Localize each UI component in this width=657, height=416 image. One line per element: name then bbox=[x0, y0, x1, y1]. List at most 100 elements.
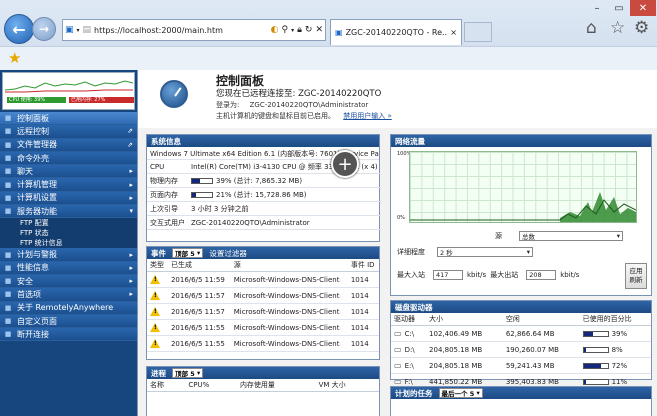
disk-drive: F:\ bbox=[404, 378, 413, 386]
disk-row[interactable]: ▭ E:\ 204,805.18 MB 59,241.43 MB 72% bbox=[391, 357, 651, 374]
back-button[interactable]: ← bbox=[4, 14, 34, 44]
lock-icon[interactable]: 🔒︎ bbox=[297, 23, 302, 37]
event-source: Microsoft-Windows-DNS-Client bbox=[230, 303, 348, 320]
disk-header-row: 驱动器 大小 空闲 已使用的百分比 bbox=[391, 313, 651, 326]
sidebar-item-performance[interactable]: ■ 性能信息 ▸ bbox=[0, 261, 137, 275]
sidebar-item-label: 控制面板 bbox=[17, 113, 49, 123]
favorites-star-icon[interactable]: ☆ bbox=[610, 18, 625, 38]
warning-icon bbox=[150, 275, 160, 284]
disk-column-header[interactable]: 空闲 bbox=[502, 313, 580, 326]
home-icon[interactable]: ⌂ bbox=[586, 18, 597, 38]
tasks-select[interactable]: 最后一个 5 ▾ bbox=[438, 388, 483, 398]
sidebar-item-terminal[interactable]: ■ 命令外壳 bbox=[0, 151, 137, 166]
sidebar-item-preferences[interactable]: ■ 首选项 ▸ bbox=[0, 288, 137, 302]
stop-icon[interactable]: ✕ bbox=[315, 23, 323, 37]
max-out-input[interactable]: 208 bbox=[526, 270, 557, 280]
net-source-row: 源 总数 ▾ bbox=[495, 231, 623, 241]
security-icon: ■ bbox=[4, 277, 12, 286]
add-favorite-icon[interactable]: ★ bbox=[8, 49, 21, 67]
forward-button[interactable]: → bbox=[32, 17, 56, 41]
disk-drive-cell: ▭ C:\ bbox=[391, 325, 427, 342]
sidebar-arrow-icon: ▸ bbox=[129, 263, 133, 272]
sidebar-arrow-icon: ⇗ bbox=[127, 127, 133, 136]
processes-column-header[interactable]: CPU% bbox=[185, 379, 237, 392]
sidebar-item-dashboard[interactable]: ■ 控制面板 bbox=[0, 112, 137, 126]
tab-close-icon[interactable]: × bbox=[450, 28, 457, 37]
events-column-header[interactable]: 已生成 bbox=[167, 259, 231, 272]
sidebar-item-server[interactable]: ■ 服务器功能 ▾ bbox=[0, 205, 137, 219]
dropdown-icon[interactable]: ▾ bbox=[77, 23, 80, 37]
event-row[interactable]: 2016/6/5 11:57Microsoft-Windows-DNS-Clie… bbox=[147, 287, 379, 304]
sidebar-item-label: 命令外壳 bbox=[17, 153, 49, 163]
refresh-icon[interactable]: ↻ bbox=[305, 23, 313, 37]
sidebar-subitem[interactable]: FTP 状态 bbox=[0, 228, 137, 239]
network-traffic-plot bbox=[410, 192, 636, 222]
maximize-icon[interactable]: ▭ bbox=[608, 0, 630, 16]
processes-top-select-value: 顶部 5 bbox=[175, 370, 195, 378]
processes-top-select[interactable]: 顶部 5 ▾ bbox=[172, 368, 204, 378]
sidebar-item-about[interactable]: ■ 关于 RemotelyAnywhere bbox=[0, 301, 137, 315]
sidebar-item-computer[interactable]: ■ 计算机管理 ▸ bbox=[0, 178, 137, 192]
close-window-icon[interactable]: ✕ bbox=[630, 0, 656, 16]
event-row[interactable]: 2016/6/5 11:55Microsoft-Windows-DNS-Clie… bbox=[147, 335, 379, 352]
event-date: 2016/6/5 11:57 bbox=[167, 287, 231, 304]
sidebar-arrow-icon: ⇗ bbox=[127, 140, 133, 149]
events-column-header[interactable]: 事件 ID bbox=[347, 259, 379, 272]
system-info-value-text: ZGC-20140220QTO\Administrator bbox=[191, 218, 310, 227]
events-column-header[interactable]: 类型 bbox=[147, 259, 168, 272]
net-source-select[interactable]: 总数 ▾ bbox=[519, 231, 623, 241]
sidebar-arrow-icon: ▸ bbox=[129, 193, 133, 202]
sidebar-item-remote[interactable]: ■ 远程控制 ⇗ bbox=[0, 125, 137, 139]
disk-column-header[interactable]: 大小 bbox=[426, 313, 503, 326]
event-row[interactable]: 2016/6/5 11:55Microsoft-Windows-DNS-Clie… bbox=[147, 319, 379, 336]
processes-column-header[interactable]: 内存使用量 bbox=[236, 379, 316, 392]
sidebar-item-alarm[interactable]: ■ 计划与警报 ▸ bbox=[0, 248, 137, 262]
minimize-icon[interactable]: – bbox=[586, 0, 608, 16]
disk-column-header[interactable]: 驱动器 bbox=[391, 313, 427, 326]
processes-column-header[interactable]: VM 大小 bbox=[315, 379, 379, 392]
drive-icon: ▭ bbox=[394, 329, 402, 338]
browser-tab[interactable]: ▣ ZGC-20140220QTO - Re... × bbox=[330, 19, 462, 45]
event-source: Microsoft-Windows-DNS-Client bbox=[230, 319, 348, 336]
sidebar-arrow-icon: ▸ bbox=[129, 250, 133, 259]
usage-mini-bar bbox=[191, 177, 213, 184]
disk-usage-bar bbox=[582, 362, 609, 369]
sidebar-subitem[interactable]: FTP 统计信息 bbox=[0, 238, 137, 249]
set-filter-link[interactable]: 设置过滤器 bbox=[209, 248, 247, 259]
sidebar-item-settings[interactable]: ■ 计算机设置 ▸ bbox=[0, 191, 137, 206]
new-tab-button[interactable] bbox=[464, 22, 492, 42]
event-row[interactable]: 2016/6/5 11:57Microsoft-Windows-DNS-Clie… bbox=[147, 303, 379, 320]
event-row[interactable]: 2016/6/5 11:59Microsoft-Windows-DNS-Clie… bbox=[147, 271, 379, 288]
sidebar-item-folder[interactable]: ■ 文件管理器 ⇗ bbox=[0, 138, 137, 152]
dropdown-icon[interactable]: ▾ bbox=[291, 23, 294, 37]
search-icon[interactable]: ⚲ bbox=[282, 23, 289, 37]
address-bar[interactable]: ▣ ▾ ▤ https://localhost:2000/main.htm ◐ … bbox=[62, 19, 326, 41]
disk-column-header[interactable]: 已使用的百分比 bbox=[579, 313, 651, 326]
events-top-select[interactable]: 顶部 5 ▾ bbox=[172, 248, 204, 258]
sidebar-item-chat[interactable]: ■ 聊天 ▸ bbox=[0, 165, 137, 179]
disk-used-pct: 72% bbox=[611, 361, 628, 370]
apply-refresh-button[interactable]: 应用 刷新 bbox=[625, 263, 647, 289]
processes-table: 名称 CPU% 内存使用量 VM 大小 bbox=[147, 379, 379, 392]
sidebar-item-page[interactable]: ■ 自定义页面 bbox=[0, 314, 137, 329]
disk-row[interactable]: ▭ C:\ 102,406.49 MB 62,866.64 MB 39% bbox=[391, 325, 651, 342]
disable-input-link[interactable]: 禁用用户输入 » bbox=[343, 112, 392, 120]
play-overlay-icon[interactable]: + bbox=[331, 150, 359, 178]
max-in-input[interactable]: 417 bbox=[433, 270, 463, 280]
compat-icon[interactable]: ◐ bbox=[271, 23, 279, 37]
processes-column-header[interactable]: 名称 bbox=[147, 379, 186, 392]
favorites-bar: ★ bbox=[0, 46, 657, 70]
disk-row[interactable]: ▭ D:\ 204,805.18 MB 190,260.07 MB 8% bbox=[391, 341, 651, 358]
sidebar-item-disconnect[interactable]: ■ 断开连接 bbox=[0, 328, 137, 342]
browser-chrome: ← → ▣ ▾ ▤ https://localhost:2000/main.ht… bbox=[0, 0, 657, 70]
net-detail-select[interactable]: 2 秒 ▾ bbox=[437, 247, 533, 257]
url-text[interactable]: https://localhost:2000/main.htm bbox=[94, 26, 271, 35]
events-column-header[interactable]: 源 bbox=[230, 259, 348, 272]
gear-icon[interactable]: ⚙ bbox=[634, 18, 649, 38]
sidebar-subitem[interactable]: FTP 配置 bbox=[0, 218, 137, 229]
sidebar-arrow-icon: ▾ bbox=[129, 207, 133, 216]
sidebar-item-security[interactable]: ■ 安全 ▸ bbox=[0, 274, 137, 289]
events-panel: 事件 顶部 5 ▾ 设置过滤器 类型已生成源事件 ID2016/6/5 11:5… bbox=[146, 246, 380, 360]
folder-icon: ■ bbox=[4, 140, 12, 149]
system-info-key: CPU bbox=[147, 160, 188, 174]
